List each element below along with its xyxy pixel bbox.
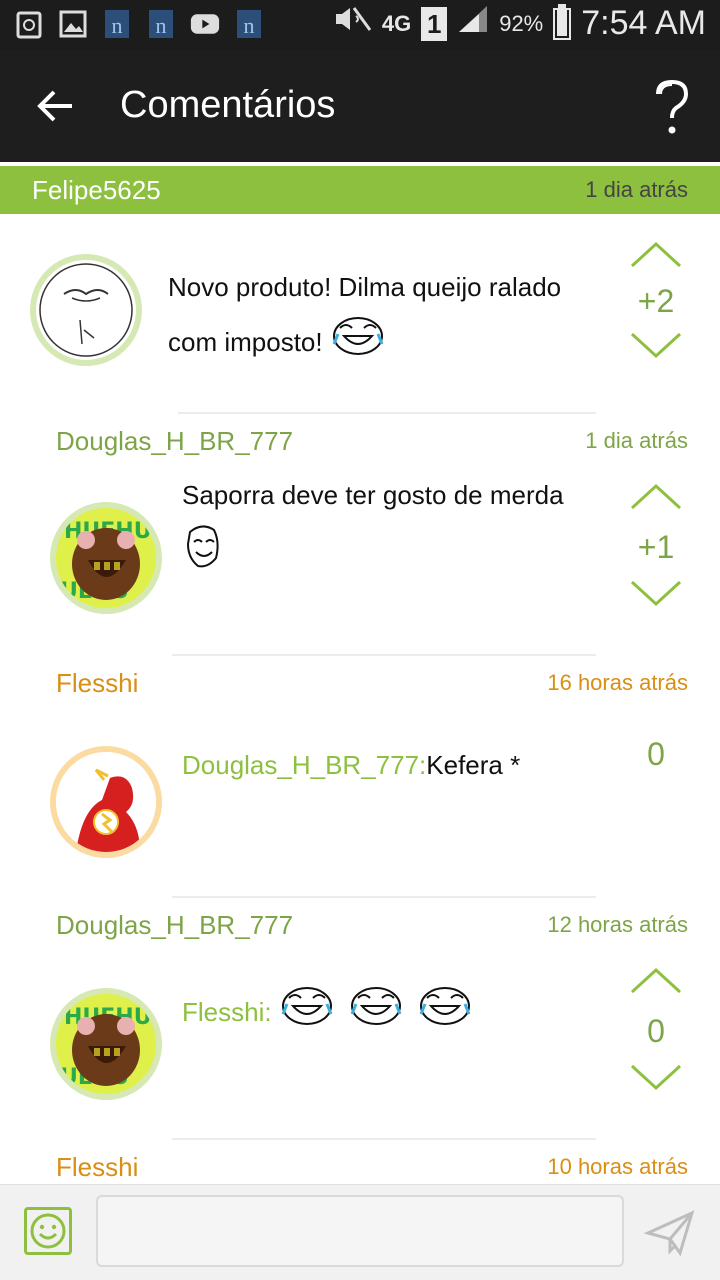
divider xyxy=(178,412,596,414)
battery-icon xyxy=(553,3,572,40)
vote-widget: +2 xyxy=(620,238,692,367)
svg-text:n: n xyxy=(244,13,255,38)
comment-item: HUEHUEUEHU Flesshi: 0 xyxy=(0,950,720,1138)
comment-header: Felipe5625 1 dia atrás xyxy=(0,166,720,214)
comment-mention[interactable]: Douglas_H_BR_777: xyxy=(182,750,426,780)
network-type: 4G xyxy=(381,10,412,36)
vote-score: 0 xyxy=(647,736,665,772)
question-mark-icon[interactable] xyxy=(650,78,694,138)
avatar[interactable] xyxy=(50,746,162,858)
avatar[interactable]: HUEHUEUEHU xyxy=(50,502,162,614)
comment-mention[interactable]: Flesshi: xyxy=(182,997,272,1027)
yao-ming-face-icon xyxy=(182,522,222,588)
svg-text:n: n xyxy=(112,13,123,38)
mute-icon xyxy=(332,4,372,43)
comment-text: Saporra deve ter gosto de merda xyxy=(182,468,602,588)
comment-input[interactable] xyxy=(96,1195,624,1267)
sim-indicator: 1 xyxy=(421,6,448,41)
arrow-left-icon[interactable] xyxy=(30,80,82,132)
comment-username[interactable]: Douglas_H_BR_777 xyxy=(56,910,293,941)
comment-username[interactable]: Flesshi xyxy=(56,668,138,699)
avatar[interactable] xyxy=(30,254,142,366)
battery-percent: 92% xyxy=(499,10,544,36)
laughing-face-icon xyxy=(279,984,335,1044)
vote-widget: 0 xyxy=(620,964,692,1099)
svg-text:n: n xyxy=(156,13,167,38)
system-status: 4G 1 92% 7:54 AM xyxy=(332,3,706,43)
comment-text: Novo produto! Dilma queijo ralado com im… xyxy=(168,260,608,374)
status-bar: n n n 4G 1 92% 7:54 AM xyxy=(0,0,720,50)
downvote-icon[interactable] xyxy=(626,576,686,610)
downvote-icon[interactable] xyxy=(626,1060,686,1094)
app-n-icon: n xyxy=(102,8,132,40)
vote-widget: 0 xyxy=(620,736,692,773)
comment-time: 10 horas atrás xyxy=(547,1154,688,1179)
laughing-face-icon xyxy=(417,984,473,1044)
comment-username[interactable]: Douglas_H_BR_777 xyxy=(56,426,293,457)
app-n-icon: n xyxy=(234,8,264,40)
comment-header: Flesshi 16 horas atrás xyxy=(0,658,720,708)
upvote-icon[interactable] xyxy=(626,964,686,998)
vote-widget: +1 xyxy=(620,480,692,615)
signal-icon xyxy=(457,4,489,43)
upvote-icon[interactable] xyxy=(626,238,686,272)
comment-time: 16 horas atrás xyxy=(547,670,688,695)
upvote-icon[interactable] xyxy=(626,480,686,514)
recycle-icon xyxy=(14,8,44,40)
clock: 7:54 AM xyxy=(581,4,706,42)
app-n-icon: n xyxy=(146,8,176,40)
comment-header: Douglas_H_BR_777 12 horas atrás xyxy=(0,900,720,950)
send-icon[interactable] xyxy=(643,1209,696,1257)
comment-list[interactable]: Felipe5625 1 dia atrás Novo produto! Dil… xyxy=(0,162,720,1184)
comment-item: Douglas_H_BR_777:Kefera * 0 xyxy=(0,708,720,896)
divider xyxy=(172,896,596,898)
comment-header: Douglas_H_BR_777 1 dia atrás xyxy=(0,416,720,466)
vote-score: +1 xyxy=(637,529,675,565)
vote-score: 0 xyxy=(647,1013,665,1049)
battery-level xyxy=(557,9,568,36)
comment-username[interactable]: Flesshi xyxy=(56,1152,138,1183)
vote-score: +2 xyxy=(637,283,675,319)
comment-time: 12 horas atrás xyxy=(547,912,688,937)
comment-item: Novo produto! Dilma queijo ralado com im… xyxy=(0,214,720,412)
comment-item: HUEHUEUEHU Saporra deve ter gosto de mer… xyxy=(0,466,720,654)
comment-text: Douglas_H_BR_777:Kefera * xyxy=(182,750,521,780)
downvote-icon[interactable] xyxy=(626,328,686,362)
youtube-icon xyxy=(190,8,220,40)
notification-icons: n n n xyxy=(14,8,264,40)
divider xyxy=(172,654,596,656)
comment-time: 1 dia atrás xyxy=(585,177,688,202)
laughing-face-icon xyxy=(330,314,386,374)
laughing-face-icon xyxy=(348,984,404,1044)
app-bar: Comentários xyxy=(0,50,720,162)
comment-composer xyxy=(0,1184,720,1280)
comment-header: Flesshi 10 horas atrás xyxy=(0,1142,720,1184)
gallery-icon xyxy=(58,8,88,40)
avatar[interactable]: HUEHUEUEHU xyxy=(50,988,162,1100)
smiley-icon[interactable] xyxy=(24,1207,72,1255)
page-title: Comentários xyxy=(120,84,336,126)
comment-username[interactable]: Felipe5625 xyxy=(32,175,161,206)
comment-text: Flesshi: xyxy=(182,984,602,1044)
comment-time: 1 dia atrás xyxy=(585,428,688,453)
divider xyxy=(172,1138,596,1140)
